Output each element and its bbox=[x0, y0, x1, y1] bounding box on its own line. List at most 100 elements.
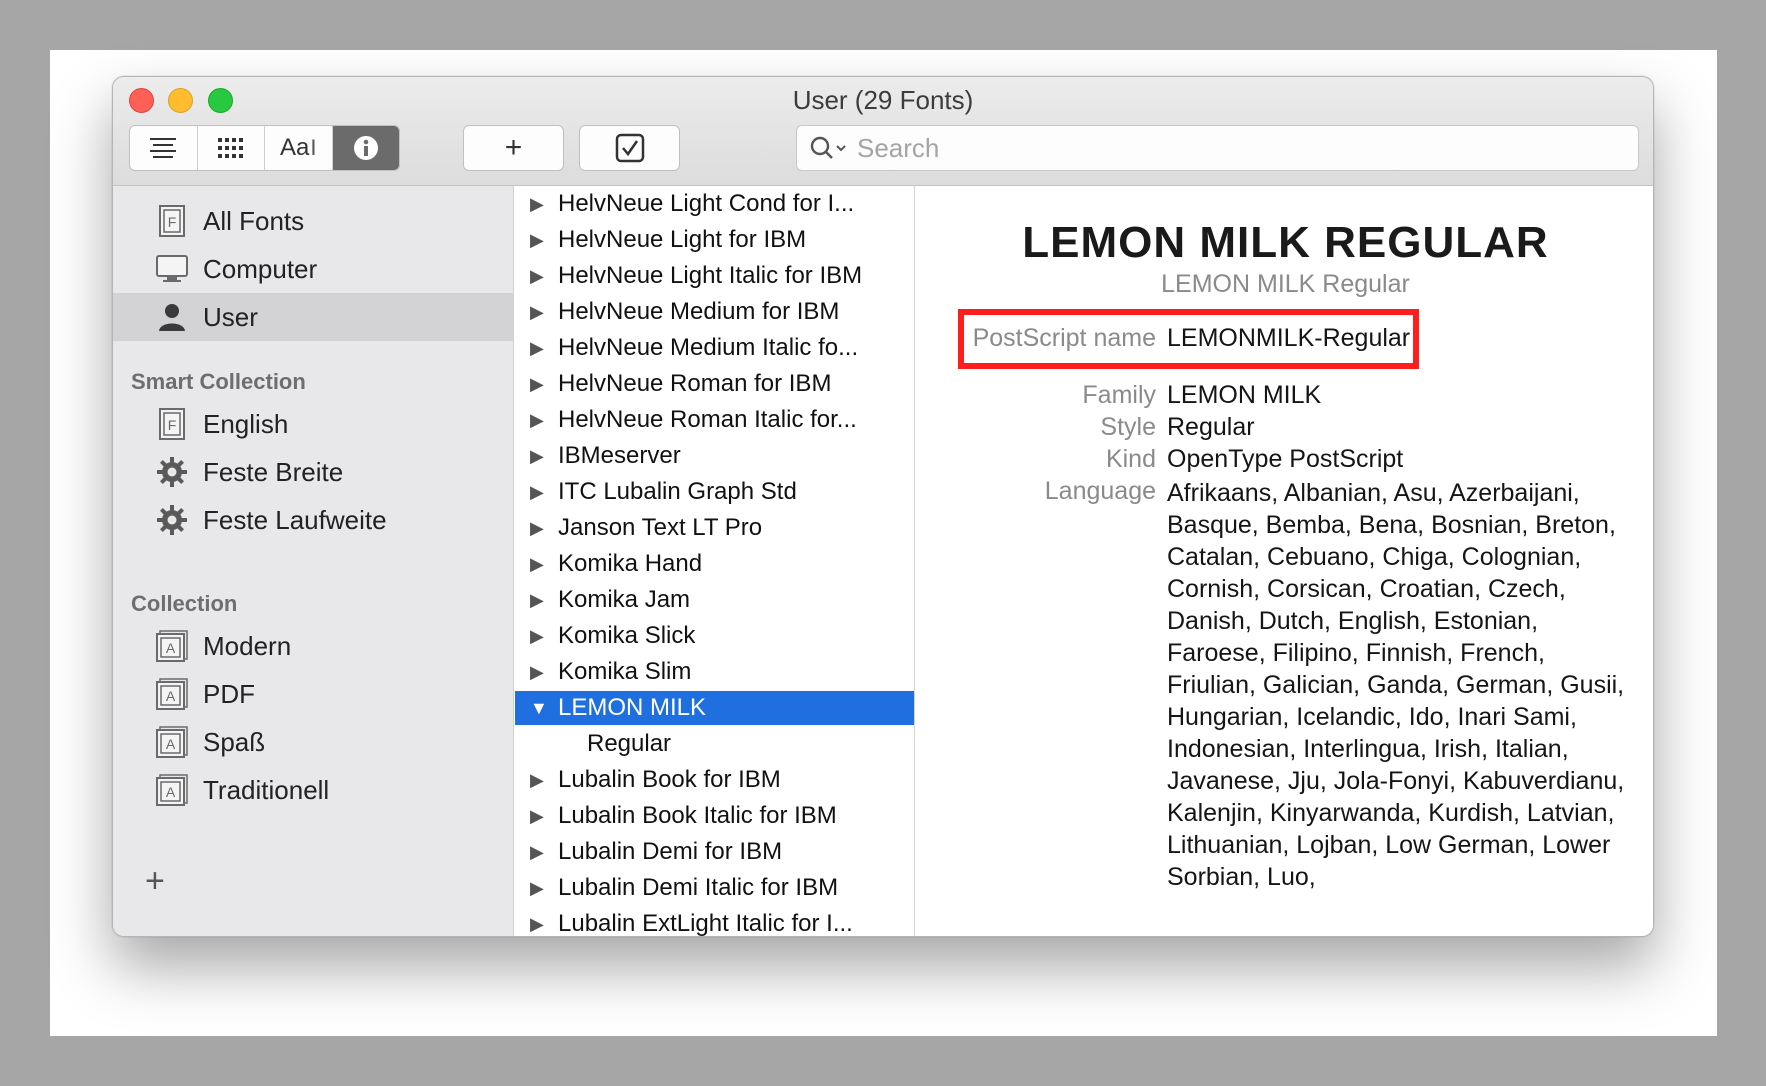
info-icon bbox=[353, 136, 378, 160]
sidebar-item-computer[interactable]: Computer bbox=[113, 245, 513, 293]
font-family-row[interactable]: ▶ HelvNeue Light Cond for I... bbox=[515, 187, 914, 221]
sidebar-item-feste-breite[interactable]: Feste Breite bbox=[113, 448, 513, 496]
font-family-row[interactable]: ▶ Lubalin ExtLight Italic for I... bbox=[515, 907, 914, 937]
add-font-button[interactable]: + bbox=[463, 125, 564, 171]
font-row-label: Komika Slick bbox=[558, 622, 696, 649]
font-family-row[interactable]: ▶ Lubalin Book for IBM bbox=[515, 763, 914, 797]
font-family-row[interactable]: ▶ Lubalin Book Italic for IBM bbox=[515, 799, 914, 833]
font-family-row[interactable]: ▶ ITC Lubalin Graph Std bbox=[515, 475, 914, 509]
font-family-row[interactable]: ▶ Lubalin Demi Italic for IBM bbox=[515, 871, 914, 905]
search-field[interactable] bbox=[796, 125, 1639, 171]
text-cursor-icon: I bbox=[310, 135, 317, 160]
font-family-row[interactable]: ▶ HelvNeue Medium for IBM bbox=[515, 295, 914, 329]
add-collection-button[interactable]: + bbox=[145, 862, 165, 901]
font-row-label: HelvNeue Medium Italic fo... bbox=[558, 334, 859, 361]
sample-view-button[interactable]: Aa I bbox=[265, 126, 333, 170]
disclosure-collapsed-icon[interactable]: ▶ bbox=[530, 446, 552, 467]
disclosure-collapsed-icon[interactable]: ▶ bbox=[530, 338, 552, 359]
sidebar-item-english[interactable]: F English bbox=[113, 400, 513, 448]
font-row-label: Lubalin Demi for IBM bbox=[558, 838, 783, 865]
postscript-name-key: PostScript name bbox=[972, 324, 1156, 352]
font-book-window: User (29 Fonts) Aa I + Search F All Font… bbox=[112, 76, 1654, 937]
sidebar-item-pdf[interactable]: A PDF bbox=[113, 670, 513, 718]
sample-aa-label: Aa bbox=[280, 134, 310, 161]
sidebar-item-feste-laufweite[interactable]: Feste Laufweite bbox=[113, 496, 513, 544]
disclosure-collapsed-icon[interactable]: ▶ bbox=[530, 266, 552, 287]
sidebar-item-label: Modern bbox=[203, 630, 292, 661]
disclosure-collapsed-icon[interactable]: ▶ bbox=[530, 554, 552, 575]
collection-icon: A bbox=[155, 629, 189, 663]
family-value: LEMON MILK bbox=[1167, 381, 1322, 409]
font-family-row[interactable]: ▶ IBMeserver bbox=[515, 439, 914, 473]
font-style-row[interactable]: Regular bbox=[515, 727, 914, 761]
sidebar-item-traditionell[interactable]: A Traditionell bbox=[113, 766, 513, 814]
disclosure-collapsed-icon[interactable]: ▶ bbox=[530, 806, 552, 827]
font-row-label: Komika Jam bbox=[558, 586, 691, 613]
font-family-row[interactable]: ▶ Komika Slick bbox=[515, 619, 914, 653]
language-key: Language bbox=[1044, 477, 1156, 505]
sidebar-item-user[interactable]: User bbox=[113, 293, 513, 341]
checkbox-check-icon bbox=[615, 133, 644, 163]
font-subtitle: LEMON MILK Regular bbox=[1161, 270, 1410, 298]
disclosure-collapsed-icon[interactable]: ▶ bbox=[530, 626, 552, 647]
sidebar-item-all-fonts[interactable]: F All Fonts bbox=[113, 197, 513, 245]
validate-font-button[interactable] bbox=[579, 125, 680, 171]
search-input[interactable] bbox=[857, 132, 1617, 164]
disclosure-collapsed-icon[interactable]: ▶ bbox=[530, 878, 552, 899]
info-view-button[interactable] bbox=[332, 126, 399, 170]
font-row-label: ITC Lubalin Graph Std bbox=[558, 478, 797, 505]
disclosure-expanded-icon[interactable]: ▼ bbox=[530, 698, 552, 719]
sidebar-item-label: English bbox=[203, 408, 289, 439]
search-icon bbox=[810, 136, 846, 159]
font-family-row[interactable]: ▶ HelvNeue Light for IBM bbox=[515, 223, 914, 257]
collection-heading: Collection bbox=[131, 591, 238, 616]
sidebar-item-spass[interactable]: A Spaß bbox=[113, 718, 513, 766]
style-key: Style bbox=[1100, 413, 1156, 441]
svg-text:A: A bbox=[166, 688, 176, 704]
font-row-label: HelvNeue Light for IBM bbox=[558, 226, 807, 253]
svg-text:A: A bbox=[166, 736, 176, 752]
disclosure-collapsed-icon[interactable]: ▶ bbox=[530, 302, 552, 323]
disclosure-collapsed-icon[interactable]: ▶ bbox=[530, 518, 552, 539]
grid-view-button[interactable] bbox=[198, 126, 265, 170]
list-view-button[interactable] bbox=[130, 126, 198, 170]
font-family-row[interactable]: ▼ LEMON MILK bbox=[515, 691, 914, 725]
font-row-label: Lubalin Book Italic for IBM bbox=[558, 802, 837, 829]
sidebar: F All Fonts Computer User Smart Collecti… bbox=[113, 186, 514, 936]
disclosure-collapsed-icon[interactable]: ▶ bbox=[530, 770, 552, 791]
disclosure-collapsed-icon[interactable]: ▶ bbox=[530, 230, 552, 251]
font-title: LEMON MILK REGULAR bbox=[1022, 218, 1549, 267]
disclosure-collapsed-icon[interactable]: ▶ bbox=[530, 914, 552, 935]
font-row-label: HelvNeue Light Cond for I... bbox=[558, 190, 855, 217]
font-family-row[interactable]: ▶ HelvNeue Roman Italic for... bbox=[515, 403, 914, 437]
font-family-row[interactable]: ▶ HelvNeue Light Italic for IBM bbox=[515, 259, 914, 293]
disclosure-collapsed-icon[interactable]: ▶ bbox=[530, 482, 552, 503]
font-row-label: Lubalin Demi Italic for IBM bbox=[558, 874, 839, 901]
disclosure-collapsed-icon[interactable]: ▶ bbox=[530, 194, 552, 215]
font-family-row[interactable]: ▶ Komika Hand bbox=[515, 547, 914, 581]
font-family-row[interactable]: ▶ Komika Slim bbox=[515, 655, 914, 689]
disclosure-collapsed-icon[interactable]: ▶ bbox=[530, 662, 552, 683]
font-row-label: Janson Text LT Pro bbox=[558, 514, 763, 541]
plus-icon: + bbox=[504, 131, 523, 164]
collection-icon: A bbox=[155, 725, 189, 759]
svg-text:A: A bbox=[166, 640, 176, 656]
disclosure-collapsed-icon[interactable]: ▶ bbox=[530, 374, 552, 395]
font-row-label: Lubalin ExtLight Italic for I... bbox=[558, 910, 853, 937]
font-family-row[interactable]: ▶ Komika Jam bbox=[515, 583, 914, 617]
font-family-row[interactable]: ▶ HelvNeue Roman for IBM bbox=[515, 367, 914, 401]
font-row-label: IBMeserver bbox=[558, 442, 681, 469]
disclosure-collapsed-icon[interactable]: ▶ bbox=[530, 410, 552, 431]
font-family-row[interactable]: ▶ HelvNeue Medium Italic fo... bbox=[515, 331, 914, 365]
disclosure-collapsed-icon[interactable]: ▶ bbox=[530, 590, 552, 611]
sidebar-item-modern[interactable]: A Modern bbox=[113, 622, 513, 670]
sidebar-item-label: Traditionell bbox=[203, 774, 330, 805]
font-family-row[interactable]: ▶ Janson Text LT Pro bbox=[515, 511, 914, 545]
sidebar-item-label: Computer bbox=[203, 253, 318, 284]
font-row-label: HelvNeue Roman Italic for... bbox=[558, 406, 857, 433]
disclosure-collapsed-icon[interactable]: ▶ bbox=[530, 842, 552, 863]
font-family-row[interactable]: ▶ Lubalin Demi for IBM bbox=[515, 835, 914, 869]
svg-text:F: F bbox=[168, 417, 177, 433]
font-row-label: LEMON MILK bbox=[558, 694, 707, 721]
monitor-icon bbox=[155, 252, 189, 286]
